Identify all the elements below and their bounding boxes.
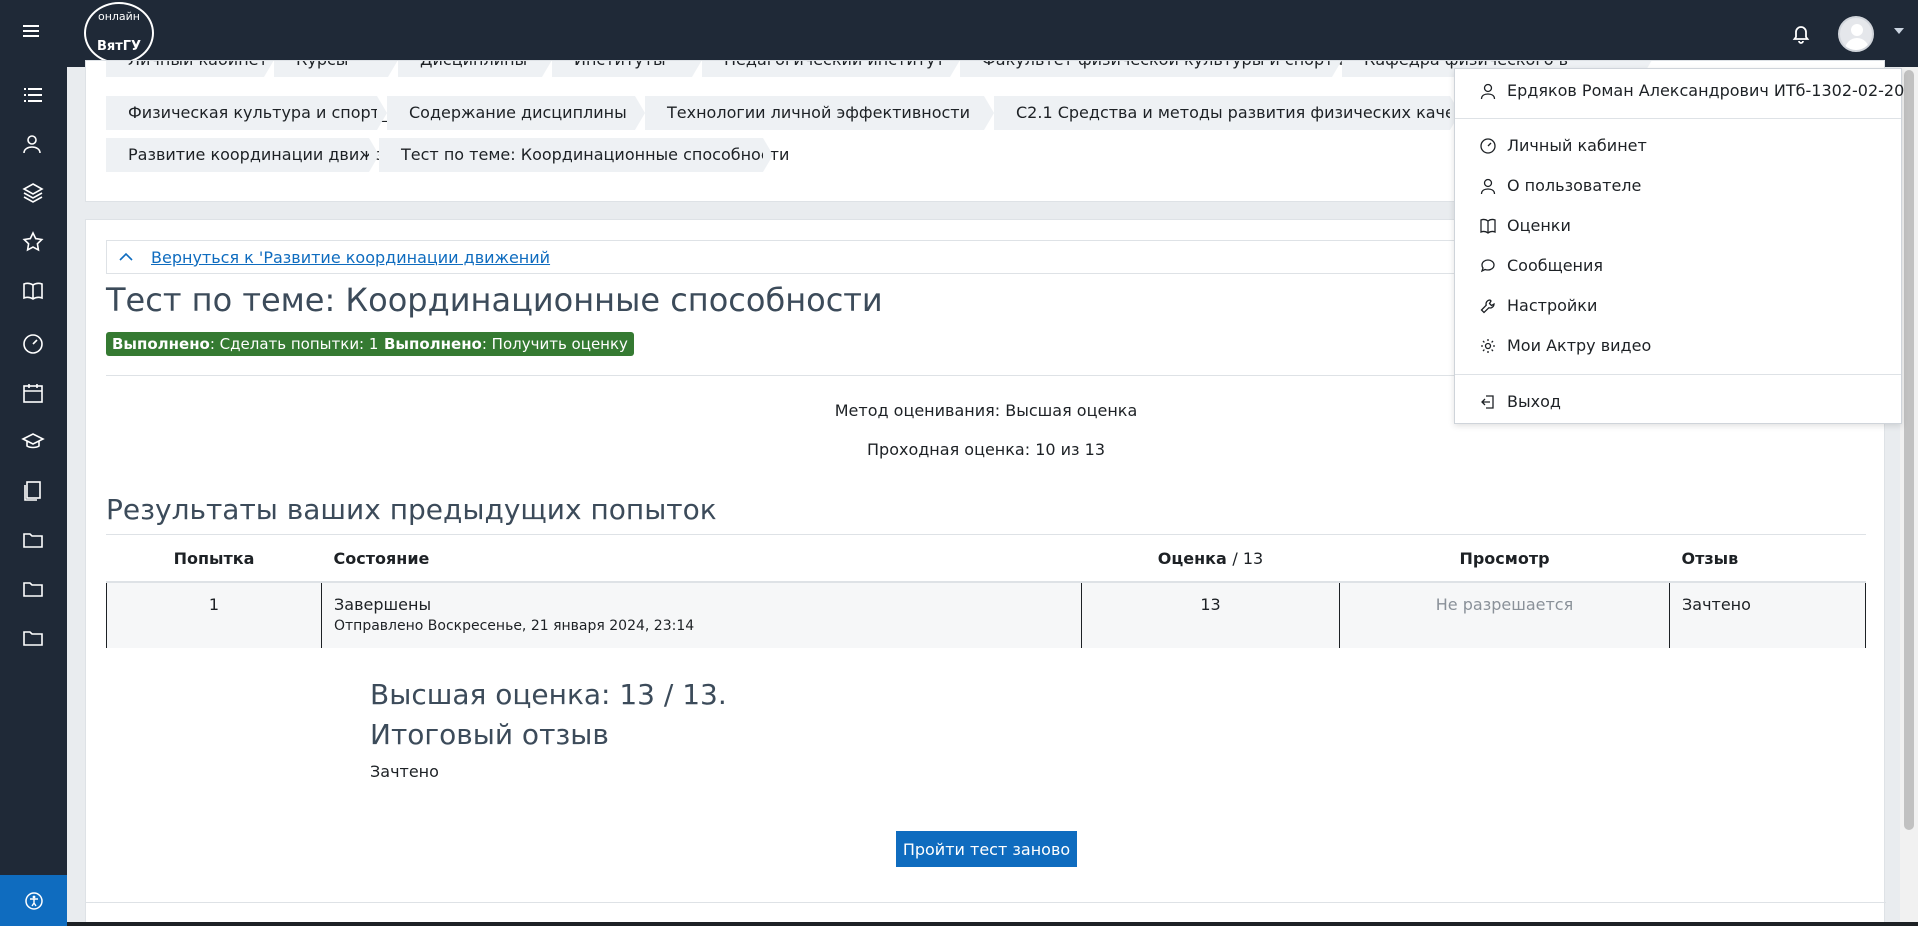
menu-item-profile[interactable]: О пользователе bbox=[1455, 168, 1901, 204]
logo-text: ВятГУ bbox=[96, 39, 142, 54]
cell-review: Не разрешается bbox=[1339, 582, 1670, 648]
completion-badge: Выполнено: Получить оценку bbox=[378, 332, 634, 356]
logout-icon bbox=[1479, 393, 1497, 411]
notification-bell-icon[interactable] bbox=[1790, 22, 1812, 44]
badge-status: Выполнено bbox=[112, 335, 210, 353]
user-icon bbox=[1479, 177, 1497, 195]
menu-item-dashboard[interactable]: Личный кабинет bbox=[1455, 128, 1901, 164]
grades-book-icon bbox=[1479, 217, 1497, 235]
breadcrumb-item[interactable]: Дисциплины bbox=[398, 61, 552, 77]
menu-item-messages[interactable]: Сообщения bbox=[1455, 248, 1901, 284]
menu-item-actru-video[interactable]: Мои Актру видео bbox=[1455, 328, 1901, 364]
divider bbox=[86, 902, 1886, 903]
folder-icon[interactable] bbox=[21, 626, 45, 650]
menu-item-label: Настройки bbox=[1507, 296, 1598, 315]
final-feedback: Зачтено bbox=[370, 762, 439, 781]
left-sidebar bbox=[0, 67, 67, 926]
user-name: Ердяков Роман Александрович ИТб-1302-02-… bbox=[1507, 81, 1905, 100]
user-icon bbox=[1479, 82, 1497, 100]
dashboard-icon bbox=[1479, 137, 1497, 155]
pass-grade: Проходная оценка: 10 из 13 bbox=[867, 440, 1105, 459]
back-link[interactable]: Вернуться к 'Развитие координации движен… bbox=[151, 248, 550, 267]
chevron-up-icon[interactable] bbox=[117, 248, 135, 266]
layers-icon[interactable] bbox=[21, 181, 45, 205]
breadcrumb-item-current: Тест по теме: Координационные способност… bbox=[379, 138, 789, 172]
breadcrumb-item[interactable]: Физическая культура и спорт_1 bbox=[106, 96, 398, 130]
list-icon[interactable] bbox=[21, 83, 45, 107]
best-grade: Высшая оценка: 13 / 13. bbox=[370, 678, 727, 711]
top-navbar: онлайн ВятГУ bbox=[0, 0, 1918, 67]
user-menu-caret-icon[interactable] bbox=[1894, 28, 1904, 34]
hamburger-menu-icon[interactable] bbox=[20, 20, 42, 42]
user-menu-profile[interactable]: Ердяков Роман Александрович ИТб-1302-02-… bbox=[1455, 71, 1905, 111]
accessibility-button[interactable] bbox=[0, 875, 67, 926]
menu-item-grades[interactable]: Оценки bbox=[1455, 208, 1901, 244]
badge-text: : Сделать попытки: 1 bbox=[209, 335, 379, 353]
cell-feedback: Зачтено bbox=[1669, 582, 1866, 648]
scrollbar-thumb[interactable] bbox=[1904, 70, 1914, 830]
menu-item-label: Личный кабинет bbox=[1507, 136, 1647, 155]
breadcrumb-item[interactable]: Факультет физической культуры и спорта bbox=[960, 61, 1343, 77]
state-text: Завершены bbox=[334, 595, 432, 614]
breadcrumb-item[interactable]: Институты bbox=[552, 61, 702, 77]
chat-bubble-icon bbox=[1479, 257, 1497, 275]
folder-icon[interactable] bbox=[21, 577, 45, 601]
files-icon[interactable] bbox=[21, 479, 45, 503]
breadcrumb-item[interactable]: Развитие координации движений bbox=[106, 138, 415, 172]
cell-attempt: 1 bbox=[106, 582, 322, 648]
header-attempt: Попытка bbox=[106, 535, 322, 583]
wrench-icon bbox=[1479, 297, 1497, 315]
table-row: 1 Завершены Отправлено Воскресенье, 21 ян… bbox=[106, 582, 1866, 648]
header-grade: Оценка / 13 bbox=[1081, 535, 1340, 583]
breadcrumb-item[interactable]: Содержание дисциплины bbox=[387, 96, 645, 130]
menu-item-label: Выход bbox=[1507, 392, 1561, 411]
results-title: Результаты ваших предыдущих попыток bbox=[106, 493, 717, 526]
graduation-cap-icon[interactable] bbox=[21, 430, 45, 454]
badge-status: Выполнено bbox=[384, 335, 482, 353]
dashboard-gauge-icon[interactable] bbox=[21, 332, 45, 356]
menu-item-logout[interactable]: Выход bbox=[1455, 384, 1901, 420]
menu-divider bbox=[1455, 118, 1901, 119]
menu-item-label: Мои Актру видео bbox=[1507, 336, 1652, 355]
page-title: Тест по теме: Координационные способност… bbox=[106, 281, 883, 319]
header-grade-max: / 13 bbox=[1232, 548, 1264, 568]
cell-state: Завершены Отправлено Воскресенье, 21 янва… bbox=[321, 582, 1082, 648]
badge-text: : Получить оценку bbox=[481, 335, 628, 353]
menu-divider bbox=[1455, 374, 1901, 375]
cell-grade: 13 bbox=[1081, 582, 1340, 648]
user-dropdown-menu: Ердяков Роман Александрович ИТб-1302-02-… bbox=[1454, 68, 1905, 424]
menu-item-label: О пользователе bbox=[1507, 176, 1642, 195]
breadcrumb-item[interactable]: Педагогический институт bbox=[702, 61, 960, 77]
breadcrumb-item[interactable]: Личный кабинет bbox=[106, 61, 274, 77]
header-grade-label: Оценка bbox=[1157, 548, 1227, 568]
bottom-edge bbox=[67, 922, 1918, 926]
star-icon[interactable] bbox=[21, 230, 45, 254]
header-state: Состояние bbox=[321, 535, 1082, 583]
user-avatar[interactable] bbox=[1838, 16, 1874, 52]
accessibility-icon bbox=[24, 891, 43, 910]
menu-item-preferences[interactable]: Настройки bbox=[1455, 288, 1901, 324]
attempts-table: Попытка Состояние Оценка / 13 Просмотр О… bbox=[106, 535, 1866, 648]
logo-top-text: онлайн bbox=[97, 10, 141, 23]
submitted-text: Отправлено Воскресенье, 21 января 2024, … bbox=[334, 618, 695, 634]
header-feedback: Отзыв bbox=[1669, 535, 1866, 583]
retry-quiz-button[interactable]: Пройти тест заново bbox=[896, 831, 1077, 867]
table-header-row: Попытка Состояние Оценка / 13 Просмотр О… bbox=[106, 535, 1866, 583]
folder-icon[interactable] bbox=[21, 528, 45, 552]
breadcrumb-item[interactable]: Технологии личной эффективности bbox=[645, 96, 994, 130]
header-review: Просмотр bbox=[1339, 535, 1670, 583]
book-icon[interactable] bbox=[21, 279, 45, 303]
menu-item-label: Оценки bbox=[1507, 216, 1571, 235]
final-feedback-title: Итоговый отзыв bbox=[370, 718, 609, 751]
users-icon[interactable] bbox=[21, 132, 45, 156]
breadcrumb-item[interactable]: Курсы bbox=[274, 61, 398, 77]
breadcrumb-item[interactable]: С2.1 Средства и методы развития физическ… bbox=[994, 96, 1482, 130]
menu-item-label: Сообщения bbox=[1507, 256, 1604, 275]
site-logo[interactable]: онлайн ВятГУ bbox=[84, 2, 154, 64]
completion-badge: Выполнено: Сделать попытки: 1 bbox=[106, 332, 385, 356]
calendar-icon[interactable] bbox=[21, 381, 45, 405]
gear-icon bbox=[1479, 337, 1497, 355]
